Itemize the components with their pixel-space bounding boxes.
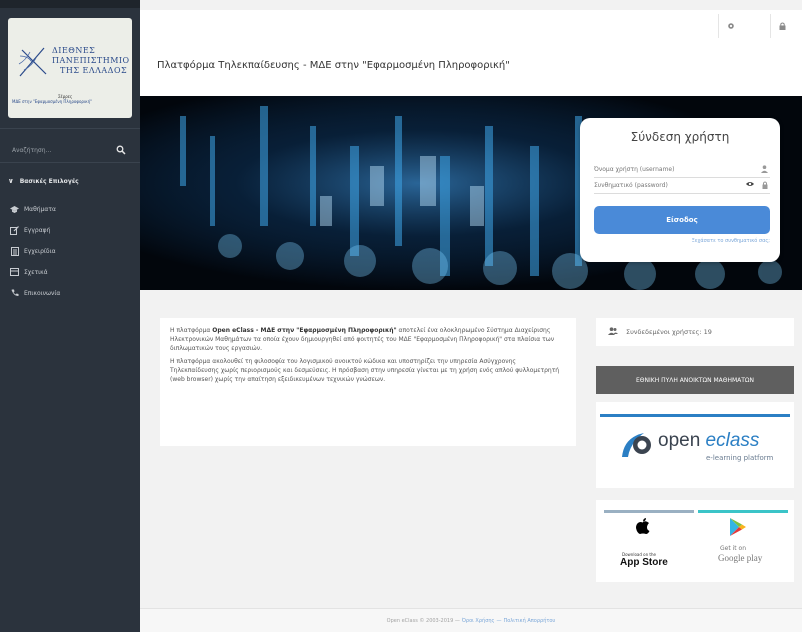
login-lock-button[interactable] [770, 14, 794, 38]
search-icon[interactable] [116, 140, 126, 159]
document-icon [10, 246, 19, 256]
sidebar-item-label: Εγγραφή [24, 226, 51, 234]
open-eclass-logo-icon [622, 433, 651, 457]
sidebar: ΔΙΕΘΝΕΣ ΠΑΝΕΠΙΣΤΗΜΙΟ ΤΗΣ ΕΛΛΑΔΟΣ Σέρρες … [0, 0, 140, 632]
app-store-badge[interactable]: Download on the App Store [608, 516, 688, 576]
login-title: Σύνδεση χρήστη [630, 130, 730, 144]
forgot-password-link[interactable]: Ξεχάσατε το συνθηματικό σας; [594, 238, 770, 244]
footer-terms-link[interactable]: Όροι Χρήσης [462, 618, 495, 624]
page-title: Πλατφόρμα Τηλεκπαίδευσης - ΜΔΕ στην "Εφα… [157, 60, 510, 71]
open-eclass-banner[interactable]: open eclass e-learning platform [596, 402, 794, 488]
sidebar-search-input[interactable] [10, 141, 110, 160]
sidebar-item-label: Εγχειρίδια [24, 247, 56, 255]
sidebar-item-label: Μαθήματα [24, 205, 56, 213]
gear-icon [727, 23, 734, 29]
sidebar-divider [0, 128, 140, 129]
sidebar-item-label: Σχετικά [24, 268, 48, 276]
logo-subtitle-program: ΜΔΕ στην "Εφαρμοσμένη Πληροφορική" [12, 99, 93, 104]
appstore-big-text: App Store [620, 557, 668, 568]
phone-icon [10, 289, 19, 298]
eye-icon[interactable] [746, 181, 754, 189]
sidebar-item-manuals[interactable]: Εγχειρίδια [0, 240, 140, 262]
info-paragraph-2: Η πλατφόρμα ακολουθεί τη φιλοσοφία του λ… [170, 358, 560, 383]
lock-icon [762, 181, 768, 191]
sidebar-item-about[interactable]: Σχετικά [0, 261, 140, 283]
footer-separator: — [496, 617, 502, 624]
password-input[interactable] [594, 182, 724, 189]
login-card: Σύνδεση χρήστη Είσοδος Ξεχάσατε το συνθη… [580, 118, 780, 262]
google-play-badge[interactable]: Get it on Google play [700, 516, 786, 576]
card-icon [10, 268, 19, 277]
apps-divider [604, 510, 694, 513]
sidebar-item-courses[interactable]: Μαθήματα [0, 198, 140, 220]
graduation-cap-icon [10, 205, 19, 214]
page-footer: Open eClass © 2003-2019 — Όροι Χρήσης — … [140, 608, 802, 632]
laurel-emblem-icon [18, 47, 47, 77]
info-paragraph-1: Η πλατφόρμα Open eClass - ΜΔΕ στην "Εφαρ… [170, 326, 566, 353]
googleplay-small-text: Get it on [720, 545, 747, 552]
wordmark-open: open [658, 430, 706, 451]
wordmark-eclass: eclass [705, 430, 760, 451]
sidebar-item-contact[interactable]: Επικοινωνία [0, 282, 140, 304]
user-icon [761, 165, 768, 175]
login-submit-button[interactable]: Είσοδος [594, 206, 770, 234]
users-icon [608, 327, 618, 337]
page-header: Πλατφόρμα Τηλεκπαίδευσης - ΜΔΕ στην "Εφα… [140, 10, 802, 96]
platform-info-panel: Η πλατφόρμα Open eClass - ΜΔΕ στην "Εφαρ… [160, 318, 576, 446]
apps-divider [698, 510, 788, 513]
apple-icon [636, 518, 650, 534]
university-logo[interactable]: ΔΙΕΘΝΕΣ ΠΑΝΕΠΙΣΤΗΜΙΟ ΤΗΣ ΕΛΛΑΔΟΣ Σέρρες … [8, 18, 132, 118]
info-platform-name: Open eClass - ΜΔΕ στην "Εφαρμοσμένη Πληρ… [212, 327, 397, 334]
lock-icon [779, 22, 786, 30]
mobile-apps-box: Download on the App Store Get it on Goog… [596, 500, 794, 582]
sidebar-divider [0, 162, 140, 163]
username-field [594, 162, 770, 178]
logo-line-3: ΤΗΣ ΕΛΛΑΔΟΣ [60, 66, 128, 75]
open-eclass-tagline: e-learning platform [706, 454, 774, 462]
sidebar-group-label: Βασικές Επιλογές [19, 177, 79, 185]
open-eclass-wordmark: open eclass [658, 430, 759, 452]
footer-copyright: Open eClass © 2003-2019 — [386, 617, 460, 624]
googleplay-big-text: Google play [718, 553, 763, 563]
sidebar-search [10, 137, 130, 160]
sidebar-item-register[interactable]: Εγγραφή [0, 219, 140, 241]
banner-accent-bar [600, 414, 790, 417]
open-courses-portal-button[interactable]: ΕΘΝΙΚΗ ΠΥΛΗ ΑΝΟΙΚΤΩΝ ΜΑΘΗΜΑΤΩΝ [596, 366, 794, 394]
sidebar-item-label: Επικοινωνία [24, 289, 61, 297]
info-text: Η πλατφόρμα [170, 327, 213, 334]
logo-line-2: ΠΑΝΕΠΙΣΤΗΜΙΟ [52, 56, 130, 65]
logo-line-1: ΔΙΕΘΝΕΣ [52, 46, 96, 55]
edit-icon [10, 225, 19, 235]
google-play-icon [730, 518, 746, 536]
footer-privacy-link[interactable]: Πολιτική Απορρήτου [503, 618, 555, 624]
settings-button[interactable] [718, 14, 742, 38]
online-users-box: Συνδεδεμένοι χρήστες: 19 [596, 318, 794, 346]
username-input[interactable] [594, 166, 724, 173]
online-users-count: Συνδεδεμένοι χρήστες: 19 [626, 328, 712, 336]
sidebar-group-main[interactable]: ∨ Βασικές Επιλογές [0, 170, 140, 192]
password-field [594, 178, 770, 194]
chevron-down-icon: ∨ [8, 177, 14, 185]
sidebar-top-strip [0, 0, 140, 8]
